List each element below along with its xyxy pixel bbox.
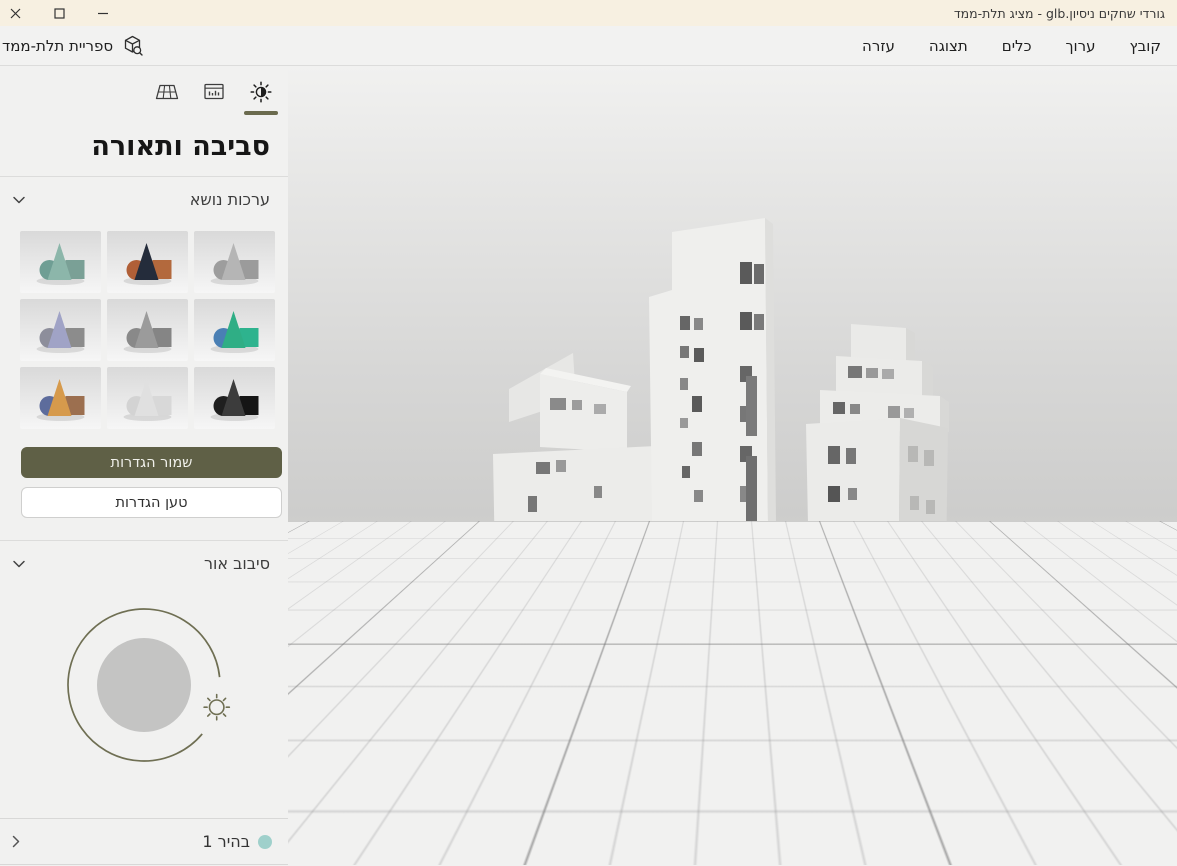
save-settings-button[interactable]: שמור הגדרות: [21, 447, 282, 478]
sun-icon: [250, 81, 272, 103]
sun-handle-icon[interactable]: [203, 693, 231, 721]
menu-edit[interactable]: ערוך: [1066, 37, 1096, 55]
themes-section-header[interactable]: ערכות נושא: [0, 177, 288, 221]
menu-tools[interactable]: כלים: [1002, 37, 1032, 55]
themes-section-label: ערכות נושא: [189, 190, 270, 209]
light-rotation-header[interactable]: סיבוב אור: [0, 541, 288, 585]
cube-search-icon: [124, 35, 143, 56]
theme-tile-dark-gray[interactable]: [107, 299, 188, 361]
menu-view[interactable]: תצוגה: [929, 37, 968, 55]
maximize-button[interactable]: [52, 6, 66, 20]
theme-tile-green[interactable]: [194, 299, 275, 361]
menu-file[interactable]: קובץ: [1130, 37, 1162, 55]
panel-title: סביבה ותאורה: [91, 131, 270, 162]
preset-color-dot: [258, 834, 272, 849]
close-icon: [10, 8, 20, 18]
close-button[interactable]: [8, 6, 22, 20]
theme-tile-amber[interactable]: [20, 367, 101, 429]
tab-lighting[interactable]: [244, 79, 278, 115]
ground-grid-icon: [155, 84, 179, 100]
tab-stats[interactable]: [201, 79, 227, 105]
preset-label: בהיר 1: [202, 832, 250, 851]
chevron-expand-icon: [12, 835, 20, 848]
light-rotation-label: סיבוב אור: [204, 554, 270, 573]
building-right: [806, 324, 949, 734]
environment-sidebar: סביבה ותאורה ערכות נושא שמור הגדרות טען …: [0, 66, 288, 865]
theme-grid: [20, 231, 275, 429]
menu-items: קובץ ערוך כלים תצוגה עזרה: [862, 37, 1177, 55]
dial-knob[interactable]: [97, 638, 191, 732]
sidebar-tabs: [0, 66, 288, 121]
titlebar: גורדי שחקים ניסיון.glb - מציג תלת-ממד: [0, 0, 1177, 26]
library-3d-button[interactable]: ספריית תלת-ממד: [0, 33, 145, 58]
chevron-down-icon: [13, 196, 25, 203]
viewport-3d[interactable]: [288, 66, 1177, 865]
menubar: ספריית תלת-ממד קובץ ערוך כלים תצוגה עזרה: [0, 26, 1177, 66]
theme-tile-rust-navy[interactable]: [107, 231, 188, 293]
tab-ground-grid[interactable]: [154, 79, 180, 105]
building-center: [649, 218, 778, 738]
building-models: [493, 218, 949, 788]
theme-tile-gray[interactable]: [194, 231, 275, 293]
maximize-icon: [53, 7, 65, 19]
light-rotation-dial[interactable]: [0, 585, 288, 773]
window-title: גורדי שחקים ניסיון.glb - מציג תלת-ממד: [953, 5, 1165, 21]
theme-tile-sage[interactable]: [20, 231, 101, 293]
theme-tile-black[interactable]: [194, 367, 275, 429]
chevron-down-icon: [13, 560, 25, 567]
minimize-button[interactable]: [96, 6, 110, 20]
stats-panel-icon: [204, 83, 224, 100]
menu-help[interactable]: עזרה: [862, 37, 895, 55]
window-controls: [0, 6, 110, 20]
library-3d-label: ספריית תלת-ממד: [2, 36, 114, 55]
theme-tile-lavender[interactable]: [20, 299, 101, 361]
theme-tile-white[interactable]: [107, 367, 188, 429]
load-settings-button[interactable]: טען הגדרות: [21, 487, 282, 518]
preset-row-light-1[interactable]: בהיר 1: [0, 818, 288, 865]
